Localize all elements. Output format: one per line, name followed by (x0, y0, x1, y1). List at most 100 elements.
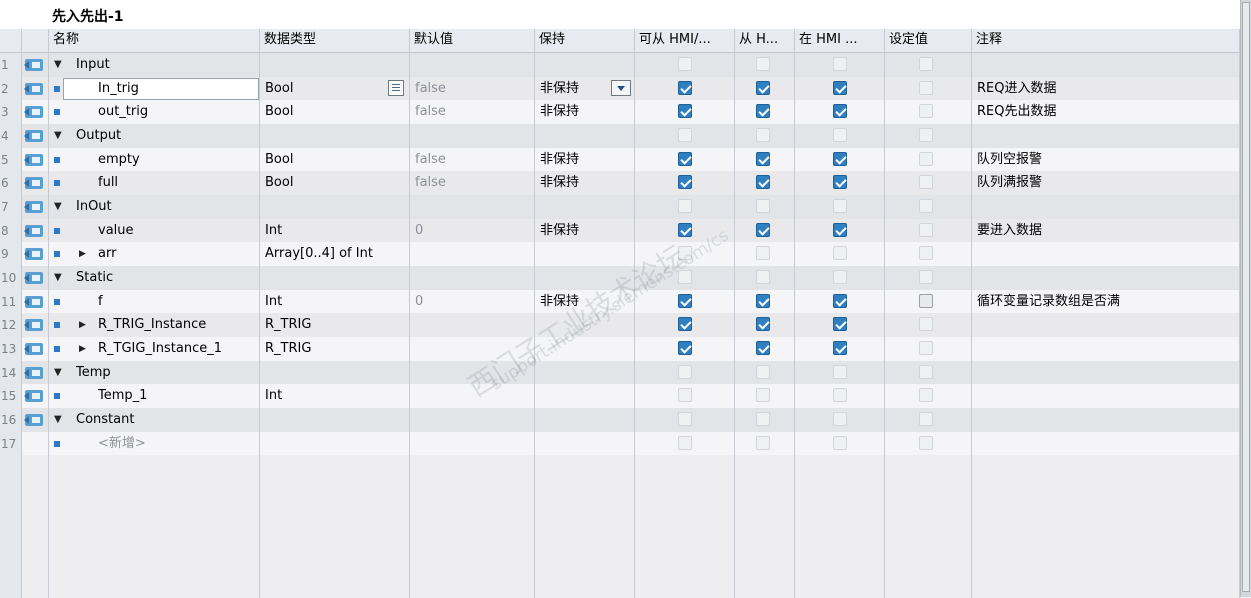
cell-name[interactable] (49, 455, 260, 480)
hmi-checkbox[interactable] (833, 151, 847, 166)
hmi-checkbox[interactable] (756, 317, 770, 332)
cell-name[interactable] (49, 502, 260, 527)
hmi-checkbox[interactable] (756, 199, 770, 214)
cell-comment[interactable] (972, 455, 1240, 480)
data-type[interactable]: Int (265, 384, 282, 408)
data-type[interactable]: R_TRIG (265, 337, 311, 361)
table-row[interactable]: 10 ▼ Static (0, 266, 1240, 291)
empty-row[interactable] (0, 479, 1240, 504)
cell-retain[interactable] (535, 408, 635, 433)
hmi-checkbox[interactable] (678, 246, 692, 261)
retain-value[interactable]: 非保持 (540, 148, 579, 172)
setpoint-checkbox[interactable] (919, 317, 933, 332)
cell-hmi1[interactable] (735, 479, 795, 504)
cell-datatype[interactable] (260, 289, 410, 314)
default-value[interactable]: false (415, 148, 446, 172)
cell-comment[interactable] (972, 550, 1240, 575)
cell-comment[interactable] (972, 573, 1240, 598)
cell-comment[interactable] (972, 431, 1240, 456)
hmi-checkbox[interactable] (756, 175, 770, 190)
setpoint-checkbox[interactable] (919, 222, 933, 237)
cell-retain[interactable] (535, 195, 635, 220)
cell-datatype[interactable] (260, 218, 410, 243)
setpoint-checkbox[interactable] (919, 270, 933, 285)
empty-row[interactable] (0, 550, 1240, 575)
table-row[interactable]: 13 ▶ R_TGIG_Instance_1 R_TRIG (0, 337, 1240, 362)
cell-retain[interactable] (535, 53, 635, 77)
hmi-checkbox[interactable] (678, 128, 692, 142)
hmi-checkbox[interactable] (678, 80, 692, 95)
table-row[interactable]: 17 <新增> (0, 431, 1240, 456)
table-row[interactable]: 16 ▼ Constant (0, 408, 1240, 433)
cell-default[interactable] (410, 455, 535, 480)
variable-name[interactable]: In_trig (98, 77, 139, 101)
collapse-arrow-icon[interactable]: ▼ (54, 272, 62, 284)
cell-hmi2[interactable] (795, 526, 885, 551)
cell-datatype[interactable] (260, 360, 410, 385)
table-row[interactable]: 7 ▼ InOut (0, 195, 1240, 220)
cell-default[interactable] (410, 124, 535, 148)
comment-text[interactable]: 要进入数据 (977, 219, 1042, 243)
hmi-checkbox[interactable] (756, 435, 770, 450)
setpoint-checkbox[interactable] (919, 80, 933, 95)
cell-name[interactable] (49, 550, 260, 575)
data-type[interactable]: R_TRIG (265, 313, 311, 337)
header-datatype[interactable]: 数据类型 (260, 29, 410, 53)
cell-datatype[interactable] (260, 502, 410, 527)
cell-default[interactable] (410, 479, 535, 504)
setpoint-checkbox[interactable] (919, 435, 933, 450)
retain-value[interactable]: 非保持 (540, 219, 579, 243)
setpoint-checkbox[interactable] (919, 128, 933, 142)
collapse-arrow-icon[interactable]: ▼ (54, 367, 62, 379)
cell-datatype[interactable] (260, 408, 410, 433)
table-row[interactable]: 11 f Int 0 非保持 循环变量记录数组是否满 (0, 289, 1240, 314)
hmi-checkbox[interactable] (678, 222, 692, 237)
header-hmi-visible[interactable]: 从 H... (735, 29, 795, 53)
cell-default[interactable] (410, 384, 535, 409)
header-setpoint[interactable]: 设定值 (885, 29, 972, 53)
cell-name[interactable] (49, 218, 260, 243)
cell-hmi1[interactable] (735, 573, 795, 598)
cell-retain[interactable] (535, 266, 635, 291)
cell-name[interactable] (49, 384, 260, 409)
hmi-checkbox[interactable] (833, 104, 847, 119)
hmi-checkbox[interactable] (678, 317, 692, 332)
setpoint-checkbox[interactable] (919, 57, 933, 71)
cell-comment[interactable] (972, 53, 1240, 77)
hmi-checkbox[interactable] (678, 175, 692, 190)
cell-hmi1[interactable] (735, 526, 795, 551)
expand-arrow-icon[interactable]: ▶ (79, 343, 86, 355)
header-name[interactable]: 名称 (49, 29, 260, 53)
empty-row[interactable] (0, 573, 1240, 598)
data-type[interactable]: Int (265, 290, 282, 314)
hmi-checkbox[interactable] (833, 364, 847, 379)
cell-default[interactable] (410, 408, 535, 433)
table-row[interactable]: 4 ▼ Output (0, 124, 1240, 148)
cell-comment[interactable] (972, 313, 1240, 338)
cell-comment[interactable] (972, 195, 1240, 220)
cell-retain[interactable] (535, 124, 635, 148)
hmi-checkbox[interactable] (756, 57, 770, 71)
cell-name[interactable] (49, 100, 260, 125)
hmi-checkbox[interactable] (678, 151, 692, 166)
hmi-checkbox[interactable] (678, 57, 692, 71)
table-row[interactable]: 5 empty Bool false 非保持 队列空报警 (0, 147, 1240, 172)
hmi-checkbox[interactable] (756, 388, 770, 403)
cell-retain[interactable] (535, 337, 635, 362)
cell-datatype[interactable] (260, 384, 410, 409)
cell-default[interactable] (410, 337, 535, 362)
hmi-checkbox[interactable] (756, 412, 770, 427)
cell-default[interactable] (410, 313, 535, 338)
cell-default[interactable] (410, 573, 535, 598)
cell-retain[interactable] (535, 455, 635, 480)
vertical-scrollbar[interactable] (1240, 0, 1251, 597)
hmi-checkbox[interactable] (756, 293, 770, 308)
default-value[interactable]: 0 (415, 219, 423, 243)
hmi-checkbox[interactable] (833, 435, 847, 450)
hmi-checkbox[interactable] (833, 293, 847, 308)
collapse-arrow-icon[interactable]: ▼ (54, 59, 62, 71)
datatype-picker-icon[interactable] (388, 79, 404, 96)
cell-default[interactable] (410, 53, 535, 77)
collapse-arrow-icon[interactable]: ▼ (54, 414, 62, 426)
hmi-checkbox[interactable] (833, 199, 847, 214)
